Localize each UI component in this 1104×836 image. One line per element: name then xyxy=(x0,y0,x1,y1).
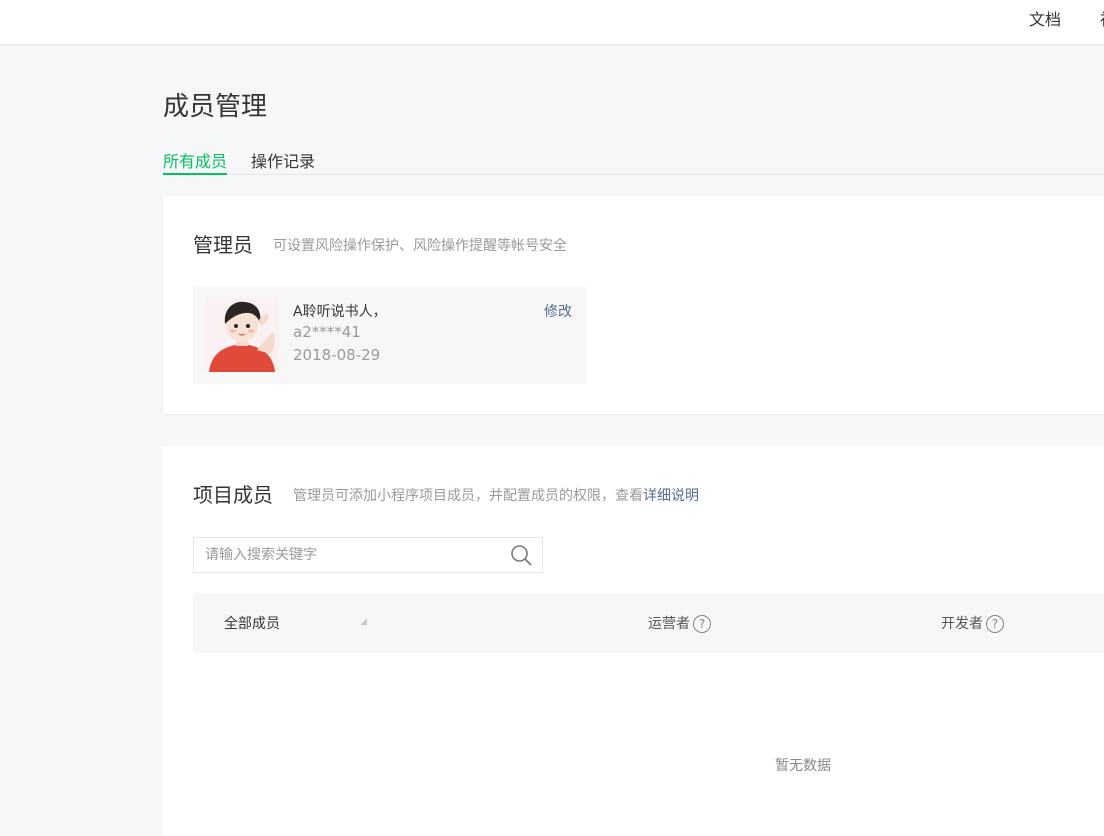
admin-profile-box: A聆听说书人， a2****41 2018-08-29 修改 xyxy=(193,286,586,384)
tab-operation-log[interactable]: 操作记录 xyxy=(251,148,315,175)
column-developer: 开发者? xyxy=(941,613,1004,633)
tab-bar: 所有成员 操作记录 xyxy=(163,146,1104,175)
empty-state-text: 暂无数据 xyxy=(775,758,831,774)
admin-nickname: A聆听说书人， xyxy=(293,304,387,320)
admin-section-desc: 可设置风险操作保护、风险操作提醒等帐号安全 xyxy=(273,238,567,254)
member-search-box xyxy=(193,537,543,573)
admin-join-date: 2018-08-29 xyxy=(293,346,381,364)
developer-help-icon[interactable]: ? xyxy=(986,615,1004,633)
admin-account: a2****41 xyxy=(293,323,361,341)
column-operator: 运营者? xyxy=(648,613,711,633)
details-link[interactable]: 详细说明 xyxy=(643,488,699,504)
column-all-members[interactable]: 全部成员 xyxy=(224,613,280,633)
search-icon[interactable] xyxy=(510,544,532,566)
nav-community-link[interactable]: 社 xyxy=(1100,6,1104,30)
members-section-title: 项目成员 xyxy=(193,483,273,507)
edit-admin-button[interactable]: 修改 xyxy=(544,301,572,321)
members-desc-text: 管理员可添加小程序项目成员，并配置成员的权限，查看 xyxy=(293,488,643,504)
tab-all-members[interactable]: 所有成员 xyxy=(163,148,227,175)
avatar xyxy=(205,298,279,372)
admin-card: 管理员 可设置风险操作保护、风险操作提醒等帐号安全 A聆听说书人， a2****… xyxy=(163,196,1104,414)
admin-section-title: 管理员 xyxy=(193,233,253,257)
nav-docs-link[interactable]: 文档 xyxy=(1029,6,1061,30)
members-section-desc: 管理员可添加小程序项目成员，并配置成员的权限，查看详细说明 xyxy=(293,485,699,505)
operator-help-icon[interactable]: ? xyxy=(693,615,711,633)
operator-label: 运营者 xyxy=(648,616,690,632)
filter-caret-icon[interactable]: ◢ xyxy=(360,617,367,627)
developer-label: 开发者 xyxy=(941,616,983,632)
members-card: 项目成员 管理员可添加小程序项目成员，并配置成员的权限，查看详细说明 全部成员 … xyxy=(163,446,1104,836)
top-navbar: 文档 社 xyxy=(0,0,1104,45)
page-title: 成员管理 xyxy=(163,92,268,122)
search-input[interactable] xyxy=(194,538,504,572)
members-table-header: 全部成员 ◢ 运营者? 开发者? xyxy=(193,593,1104,653)
